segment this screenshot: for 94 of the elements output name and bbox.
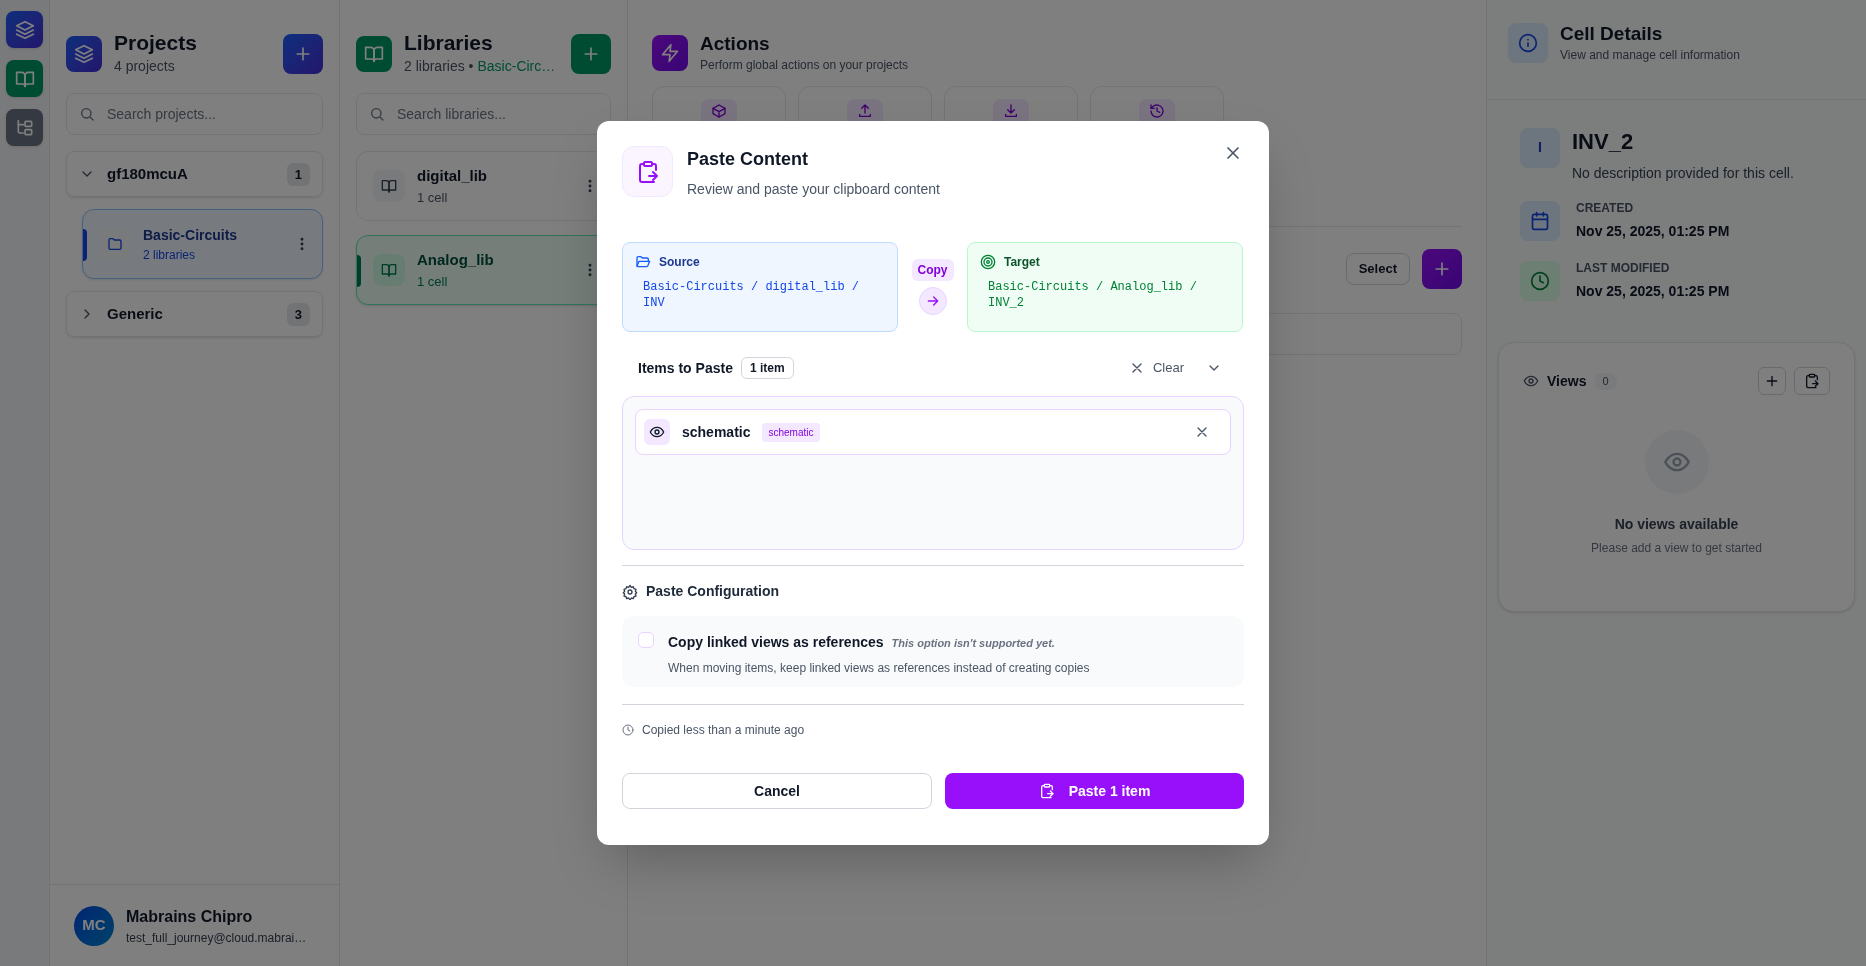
library-subtitle: 1 cell <box>417 188 449 207</box>
book-icon <box>381 178 397 195</box>
count-badge: 1 <box>286 162 310 186</box>
panel-title: Libraries <box>404 30 494 56</box>
add-library-button[interactable] <box>571 33 611 74</box>
clipboard-icon <box>1038 783 1055 799</box>
search-field[interactable]: Search projects... <box>66 93 323 136</box>
select-button[interactable]: Select <box>1345 252 1410 285</box>
meta-value: Nov 25, 2025, 01:25 PM <box>1576 282 1730 302</box>
cancel-button[interactable]: Cancel <box>622 773 932 809</box>
info-icon <box>1518 32 1538 53</box>
paste-button[interactable]: Paste 1 item <box>945 773 1244 809</box>
folder-icon <box>635 254 651 270</box>
count-badge: 1 item <box>740 357 794 379</box>
empty-subtitle: Please add a view to get started <box>1591 540 1762 558</box>
item-name: schematic <box>682 422 751 442</box>
selection-bar <box>357 255 361 288</box>
layers-icon <box>14 19 35 40</box>
count-badge: 3 <box>286 302 310 326</box>
dialog-subtitle: Review and paste your clipboard content <box>687 180 940 199</box>
search-field[interactable]: Search libraries... <box>356 93 611 136</box>
box-icon <box>711 102 727 119</box>
project-name: gf180mcuA <box>107 164 189 184</box>
option-label: Copy linked views as references <box>668 633 884 652</box>
selection-bar <box>83 229 87 262</box>
clock-icon <box>622 724 634 736</box>
meta-value: Nov 25, 2025, 01:25 PM <box>1576 222 1730 242</box>
panel-title: Actions <box>700 32 771 56</box>
config-title: Paste Configuration <box>646 582 779 601</box>
project-link[interactable]: Basic-Circ… <box>477 56 556 78</box>
project-name: Generic <box>107 304 164 324</box>
calendar-icon <box>1530 210 1550 231</box>
add-view-button[interactable] <box>1758 367 1786 396</box>
library-subtitle: 1 cell <box>417 272 449 291</box>
option-description: When moving items, keep linked views as references instead of creating copies <box>668 660 1090 677</box>
project-item-name: Basic-Circuits <box>143 225 239 245</box>
panel-subtitle: 4 projects <box>114 57 176 77</box>
library-name: digital_lib <box>417 166 488 187</box>
empty-title: No views available <box>1614 515 1739 535</box>
cell-avatar: I <box>1520 127 1560 168</box>
search-input[interactable]: Search libraries... <box>397 103 598 125</box>
download-icon <box>1003 102 1019 119</box>
option-note: This option isn't supported yet. <box>891 636 1055 651</box>
layers-icon <box>74 43 94 64</box>
view-type-tag: schematic <box>762 422 820 442</box>
count-badge: 0 <box>1594 373 1617 390</box>
avatar: MC <box>74 905 114 946</box>
book-icon <box>381 262 397 279</box>
rail-button[interactable] <box>6 60 43 97</box>
panel-title: Cell Details <box>1560 22 1664 46</box>
checkbox[interactable] <box>638 632 654 648</box>
user-email: test_full_journey@cloud.mabrai… <box>126 929 307 947</box>
paste-item[interactable]: schematic schematic <box>635 409 1231 455</box>
dialog-title: Paste Content <box>687 148 810 171</box>
search-input[interactable]: Search projects... <box>107 103 310 125</box>
source-label: Source <box>659 254 700 271</box>
copied-time: Copied less than a minute ago <box>642 722 805 739</box>
add-cell-button[interactable] <box>1422 248 1462 289</box>
clipboard-icon <box>1804 373 1820 390</box>
lightning-icon <box>660 42 680 63</box>
clock-icon <box>1530 270 1550 291</box>
eye-icon <box>649 424 665 440</box>
cell-description: No description provided for this cell. <box>1572 164 1794 184</box>
items-title: Items to Paste <box>638 358 733 378</box>
project-group[interactable]: Generic 3 <box>66 291 323 338</box>
project-item-subtitle: 2 libraries <box>143 246 197 264</box>
panel-subtitle: View and manage cell information <box>1560 46 1740 64</box>
target-icon <box>980 254 996 270</box>
rail-button[interactable] <box>6 109 43 146</box>
clear-button[interactable]: Clear <box>1120 358 1192 378</box>
library-name: Analog_lib <box>417 250 495 271</box>
meta-label: CREATED <box>1576 200 1635 218</box>
project-item[interactable]: Basic-Circuits 2 libraries <box>82 209 323 280</box>
target-label: Target <box>1004 254 1040 271</box>
settings-icon <box>622 583 638 600</box>
panel-subtitle: 2 libraries • <box>404 57 474 77</box>
panel-subtitle: Perform global actions on your projects <box>700 56 909 74</box>
source-path: Basic-Circuits / digital_lib / INV <box>642 279 861 311</box>
rail-button[interactable] <box>6 11 43 48</box>
panel-title: Projects <box>114 30 198 56</box>
upload-icon <box>857 102 873 119</box>
search-icon <box>79 106 95 123</box>
meta-label: LAST MODIFIED <box>1576 260 1671 278</box>
add-project-button[interactable] <box>283 33 323 74</box>
target-path: Basic-Circuits / Analog_lib / INV_2 <box>987 279 1198 311</box>
project-group[interactable]: gf180mcuA 1 <box>66 151 323 198</box>
folder-icon <box>107 236 123 253</box>
search-icon <box>369 106 385 123</box>
history-icon <box>1149 102 1165 119</box>
cell-name: INV_2 <box>1572 127 1635 156</box>
mode-badge: Copy <box>911 259 954 281</box>
user-name: Mabrains Chipro <box>126 906 254 927</box>
paste-view-button[interactable] <box>1794 367 1830 396</box>
views-title: Views <box>1547 371 1587 391</box>
